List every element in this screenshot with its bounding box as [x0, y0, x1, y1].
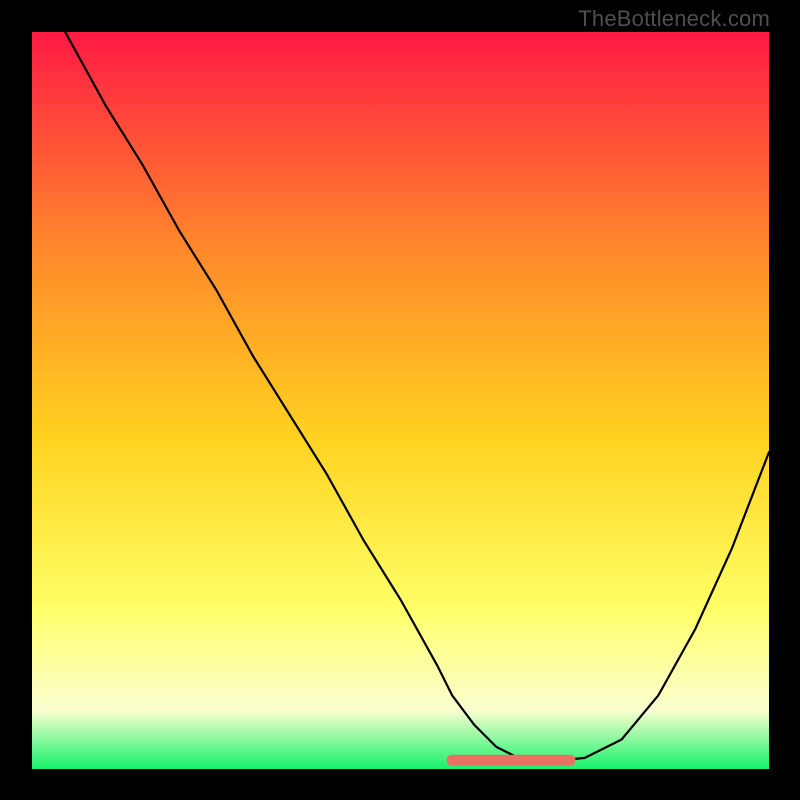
chart-svg: [32, 32, 769, 769]
watermark-text: TheBottleneck.com: [578, 6, 770, 32]
gradient-backdrop: [32, 32, 769, 769]
plot-area: [32, 32, 769, 769]
chart-frame: TheBottleneck.com: [0, 0, 800, 800]
